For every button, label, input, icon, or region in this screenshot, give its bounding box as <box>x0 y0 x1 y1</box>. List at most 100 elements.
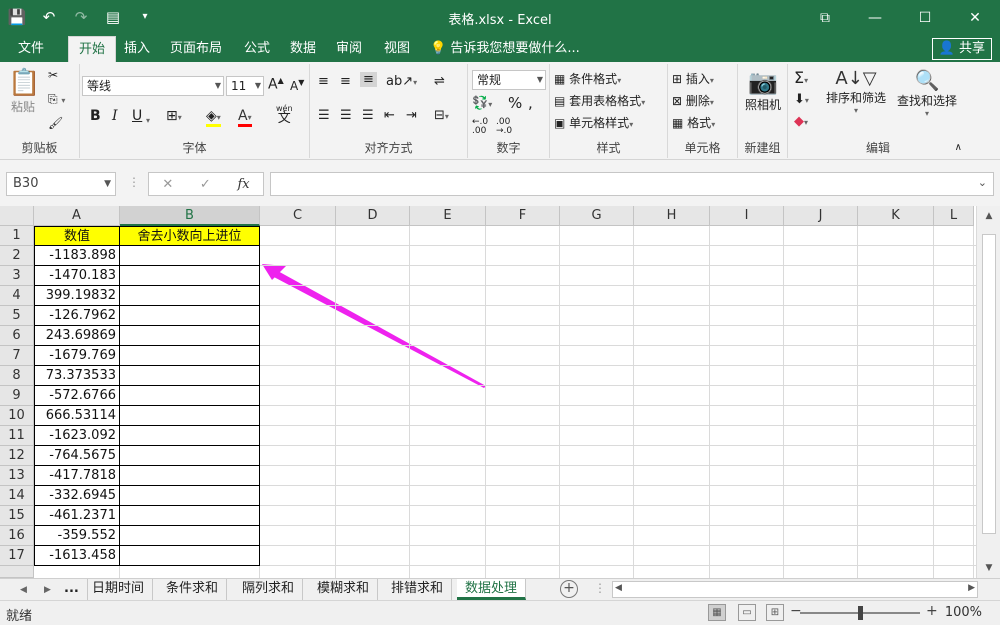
cell-value[interactable]: -1613.458 <box>34 546 120 566</box>
ribbon-display-icon[interactable]: ⧉ <box>800 0 850 36</box>
row-header[interactable]: 12 <box>0 446 34 466</box>
minimize-icon[interactable]: — <box>850 0 900 36</box>
maximize-icon[interactable]: ☐ <box>900 0 950 36</box>
find-select-button[interactable]: 🔍 查找和选择 ▾ <box>892 68 962 118</box>
insert-function-icon[interactable]: fx <box>237 177 249 192</box>
zoom-level[interactable]: 100% <box>945 605 982 620</box>
cell-result[interactable] <box>120 366 260 386</box>
tab-insert[interactable]: 插入 <box>114 36 160 62</box>
row-header[interactable]: 2 <box>0 246 34 266</box>
underline-dropdown-icon[interactable]: ▾ <box>146 112 150 126</box>
align-right-icon[interactable]: ☰ <box>362 108 374 123</box>
row-header[interactable]: 14 <box>0 486 34 506</box>
row-header[interactable]: 5 <box>0 306 34 326</box>
cell-value[interactable]: -1623.092 <box>34 426 120 446</box>
camera-button[interactable]: 📷 照相机 <box>742 68 784 113</box>
format-painter-icon[interactable]: 🖌 <box>48 116 63 130</box>
cell-result[interactable] <box>120 246 260 266</box>
cell-result[interactable] <box>120 346 260 366</box>
tab-page-layout[interactable]: 页面布局 <box>160 36 232 62</box>
cell-result[interactable] <box>120 526 260 546</box>
cell-value[interactable]: 399.19832 <box>34 286 120 306</box>
sheet-tab-conditional-sum[interactable]: 条件求和 <box>158 579 228 600</box>
cell-value[interactable]: -359.552 <box>34 526 120 546</box>
cell-result[interactable] <box>120 386 260 406</box>
row-header[interactable]: 4 <box>0 286 34 306</box>
collapse-ribbon-icon[interactable]: ∧ <box>955 142 962 153</box>
bold-button[interactable]: B <box>90 108 101 124</box>
column-header-l[interactable]: L <box>934 206 974 226</box>
zoom-slider-thumb[interactable] <box>858 606 863 620</box>
font-name-dropdown[interactable]: 等线 ▼ <box>82 76 224 96</box>
cell-value[interactable]: 73.373533 <box>34 366 120 386</box>
italic-button[interactable]: I <box>112 108 118 124</box>
add-sheet-icon[interactable]: + <box>560 580 578 598</box>
middle-align-icon[interactable]: ≡ <box>340 74 351 89</box>
tab-data[interactable]: 数据 <box>280 36 326 62</box>
cell-a1-header[interactable]: 数值 <box>34 226 120 246</box>
cell-result[interactable] <box>120 546 260 566</box>
formula-input[interactable]: ⌄ <box>270 172 994 196</box>
increase-decimal-icon[interactable]: ←.0.00 <box>472 118 488 136</box>
cell-value[interactable]: -1679.769 <box>34 346 120 366</box>
zoom-in-icon[interactable]: + <box>926 603 938 619</box>
column-header-i[interactable]: I <box>710 206 784 226</box>
tab-home[interactable]: 开始 <box>68 36 117 62</box>
sheet-tab-data-processing[interactable]: 数据处理 <box>457 579 527 600</box>
tab-view[interactable]: 视图 <box>374 36 420 62</box>
worksheet-grid[interactable]: ▲ ▼ A B C D E F G H I J K L 1 2 3 4 5 6 7 8 9 10 11 12 13 14 15 16 1… <box>0 206 1000 578</box>
scroll-down-icon[interactable]: ▼ <box>981 560 997 576</box>
zoom-out-icon[interactable]: − <box>790 603 802 619</box>
column-header-k[interactable]: K <box>858 206 934 226</box>
align-center-icon[interactable]: ☰ <box>340 108 352 123</box>
cell-result[interactable] <box>120 486 260 506</box>
phonetic-icon[interactable]: wén 文 <box>276 104 293 125</box>
cell-styles-button[interactable]: ▣ 单元格样式▾ <box>554 114 633 131</box>
cell-value[interactable]: -572.6766 <box>34 386 120 406</box>
cut-icon[interactable]: ✂ <box>48 68 58 82</box>
row-header[interactable]: 3 <box>0 266 34 286</box>
row-header-partial[interactable] <box>0 566 34 578</box>
tab-file[interactable]: 文件 <box>8 36 54 62</box>
column-header-d[interactable]: D <box>336 206 410 226</box>
row-header[interactable]: 7 <box>0 346 34 366</box>
vertical-scrollbar[interactable]: ▲ ▼ <box>976 206 1000 578</box>
close-icon[interactable]: ✕ <box>950 0 1000 36</box>
underline-button[interactable]: U <box>132 108 142 124</box>
decrease-indent-icon[interactable]: ⇤ <box>384 108 395 123</box>
border-icon[interactable]: ⊞▾ <box>166 108 182 124</box>
font-size-dropdown[interactable]: 11 ▼ <box>226 76 264 96</box>
column-header-a[interactable]: A <box>34 206 120 226</box>
column-header-f[interactable]: F <box>486 206 560 226</box>
scroll-up-icon[interactable]: ▲ <box>981 208 997 224</box>
format-as-table-button[interactable]: ▤ 套用表格格式▾ <box>554 92 645 109</box>
tab-review[interactable]: 审阅 <box>326 36 372 62</box>
column-header-b[interactable]: B <box>120 206 260 226</box>
align-left-icon[interactable]: ☰ <box>318 108 330 123</box>
number-format-dropdown[interactable]: 常规 ▼ <box>472 70 546 90</box>
tell-me-box[interactable]: 💡 告诉我您想要做什么... <box>430 36 580 62</box>
cell-result[interactable] <box>120 426 260 446</box>
cell-value[interactable]: -332.6945 <box>34 486 120 506</box>
sheet-tab-alternate-sum[interactable]: 隔列求和 <box>234 579 304 600</box>
sheet-tab-datetime[interactable]: 日期时间 <box>84 579 154 600</box>
sort-filter-button[interactable]: A↓▽ 排序和筛选 ▾ <box>824 68 888 115</box>
clear-icon[interactable]: ◆▾ <box>794 114 808 129</box>
cell-result[interactable] <box>120 266 260 286</box>
row-header[interactable]: 10 <box>0 406 34 426</box>
column-header-g[interactable]: G <box>560 206 634 226</box>
cell-result[interactable] <box>120 506 260 526</box>
row-header[interactable]: 1 <box>0 226 34 246</box>
column-header-j[interactable]: J <box>784 206 858 226</box>
page-break-view-icon[interactable]: ⊞ <box>766 604 784 621</box>
increase-indent-icon[interactable]: ⇥ <box>406 108 417 123</box>
sheet-tab-error-sum[interactable]: 排错求和 <box>383 579 453 600</box>
horizontal-scrollbar[interactable]: ◀ ▶ <box>612 581 978 598</box>
column-header-h[interactable]: H <box>634 206 710 226</box>
row-header[interactable]: 6 <box>0 326 34 346</box>
row-header[interactable]: 9 <box>0 386 34 406</box>
autosum-icon[interactable]: Σ▾ <box>794 68 808 87</box>
name-box[interactable]: B30 ▼ <box>6 172 116 196</box>
merge-center-icon[interactable]: ⊟▾ <box>434 108 449 123</box>
cell-result[interactable] <box>120 286 260 306</box>
